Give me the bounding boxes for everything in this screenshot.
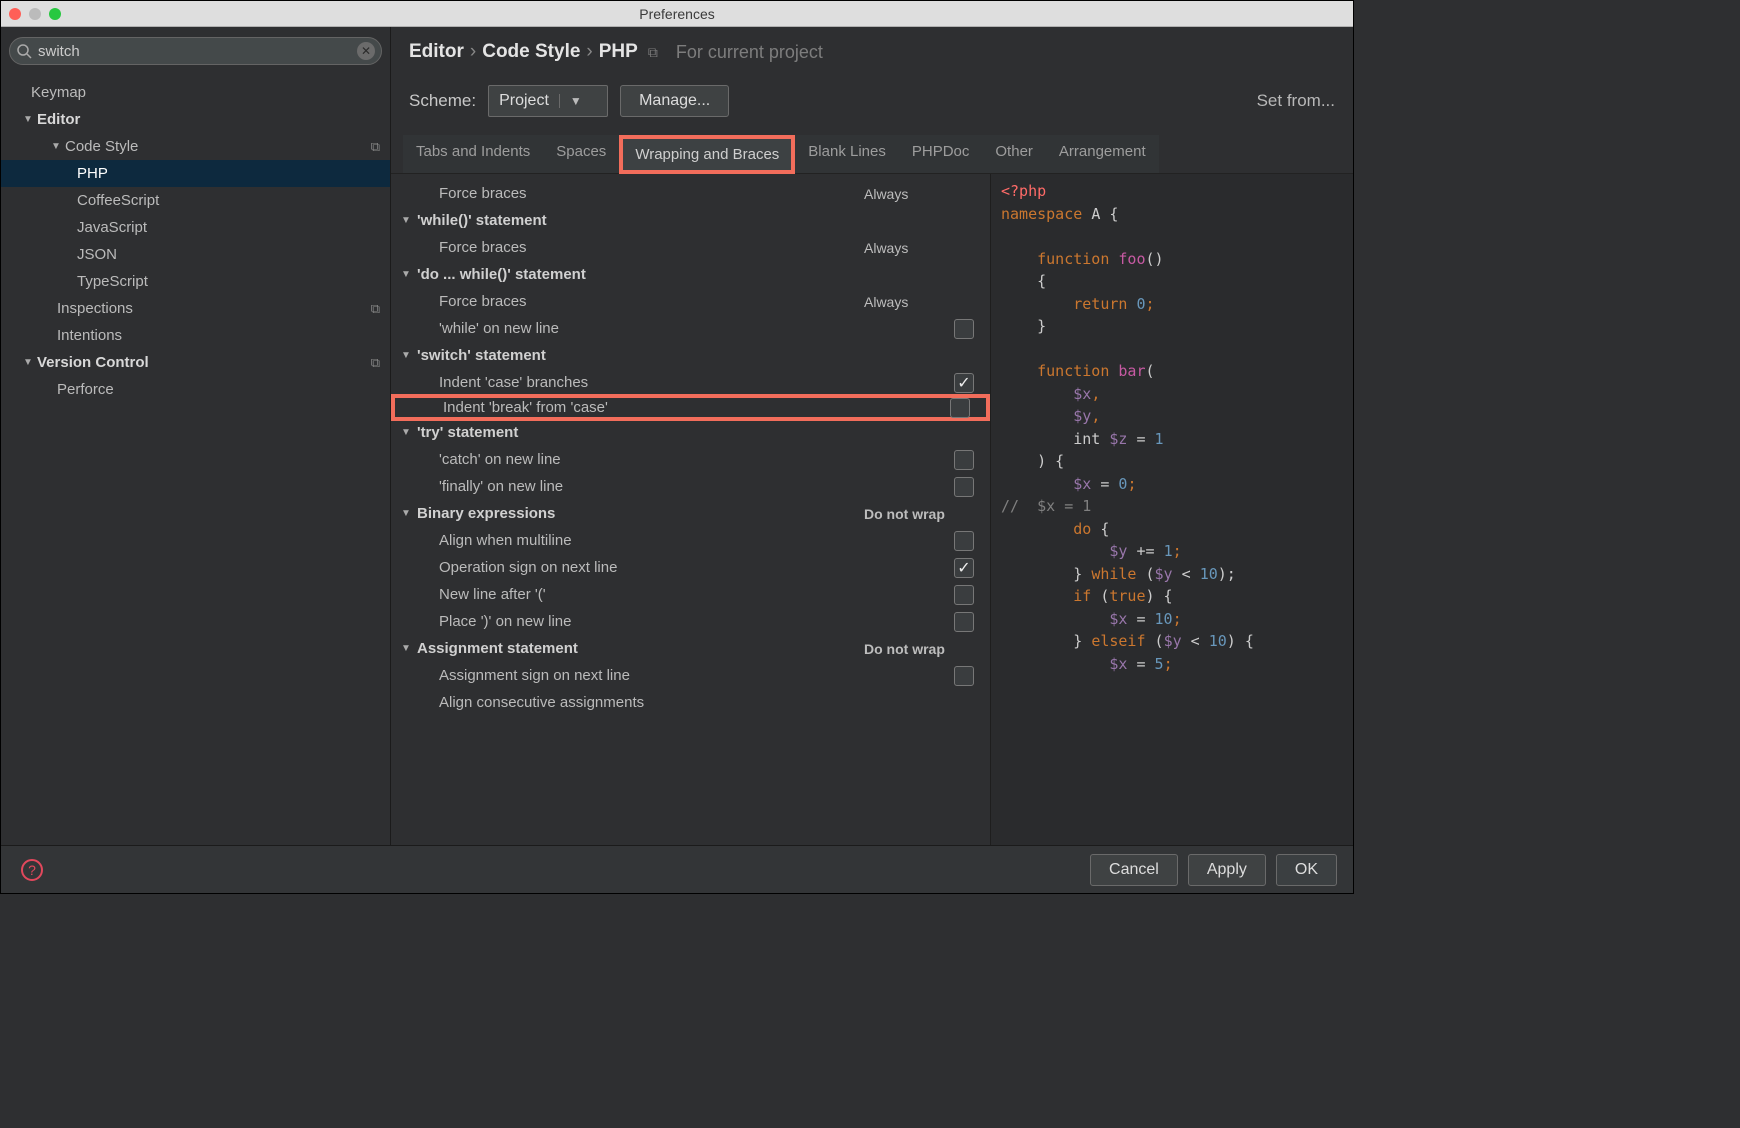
checkbox[interactable] bbox=[954, 558, 974, 578]
checkbox[interactable] bbox=[954, 373, 974, 393]
manage-button[interactable]: Manage... bbox=[620, 85, 729, 117]
checkbox[interactable] bbox=[954, 477, 974, 497]
project-icon: ⧉ bbox=[648, 44, 658, 61]
tree-item-code-style[interactable]: ▼Code Style⧉ bbox=[1, 133, 390, 160]
tree-item-typescript[interactable]: TypeScript bbox=[1, 268, 390, 295]
row-while-newline[interactable]: 'while' on new line bbox=[391, 315, 990, 342]
row-finally-newline[interactable]: 'finally' on new line bbox=[391, 473, 990, 500]
chevron-down-icon: ▼ bbox=[401, 350, 415, 361]
row-catch-newline[interactable]: 'catch' on new line bbox=[391, 446, 990, 473]
tree-item-editor[interactable]: ▼Editor bbox=[1, 106, 390, 133]
tabbar: Tabs and Indents Spaces Wrapping and Bra… bbox=[391, 135, 1353, 174]
tree-item-version-control[interactable]: ▼Version Control⧉ bbox=[1, 349, 390, 376]
row-align-consecutive[interactable]: Align consecutive assignments bbox=[391, 689, 990, 716]
search-input[interactable] bbox=[32, 43, 357, 60]
window-title: Preferences bbox=[1, 6, 1353, 22]
chevron-down-icon: ▼ bbox=[401, 215, 415, 226]
scheme-select[interactable]: Project ▼ bbox=[488, 85, 608, 117]
scheme-label: Scheme: bbox=[409, 91, 476, 111]
settings-tree: Keymap ▼Editor ▼Code Style⧉ PHP CoffeeSc… bbox=[1, 75, 390, 407]
copy-icon: ⧉ bbox=[371, 301, 380, 317]
breadcrumb: Editor›Code Style›PHP ⧉ For current proj… bbox=[391, 27, 1353, 63]
group-while-statement[interactable]: ▼'while()' statement bbox=[391, 207, 990, 234]
row-force-braces[interactable]: Force bracesAlways bbox=[391, 180, 990, 207]
checkbox[interactable] bbox=[954, 450, 974, 470]
row-place-paren-newline[interactable]: Place ')' on new line bbox=[391, 608, 990, 635]
row-indent-case[interactable]: Indent 'case' branches bbox=[391, 369, 990, 396]
row-force-braces[interactable]: Force bracesAlways bbox=[391, 234, 990, 261]
group-do-while-statement[interactable]: ▼'do ... while()' statement bbox=[391, 261, 990, 288]
tree-item-keymap[interactable]: Keymap bbox=[1, 79, 390, 106]
tree-item-json[interactable]: JSON bbox=[1, 241, 390, 268]
sidebar: ✕ Keymap ▼Editor ▼Code Style⧉ PHP Coffee… bbox=[1, 27, 391, 845]
tab-phpdoc[interactable]: PHPDoc bbox=[899, 135, 983, 174]
set-from-link[interactable]: Set from... bbox=[1257, 91, 1335, 111]
apply-button[interactable]: Apply bbox=[1188, 854, 1266, 886]
ok-button[interactable]: OK bbox=[1276, 854, 1337, 886]
chevron-down-icon: ▼ bbox=[559, 94, 582, 108]
tree-item-javascript[interactable]: JavaScript bbox=[1, 214, 390, 241]
chevron-down-icon: ▼ bbox=[401, 643, 415, 654]
dialog-footer: ? Cancel Apply OK bbox=[1, 845, 1353, 893]
tab-tabs-indents[interactable]: Tabs and Indents bbox=[403, 135, 543, 174]
breadcrumb-hint: For current project bbox=[676, 42, 823, 63]
tab-arrangement[interactable]: Arrangement bbox=[1046, 135, 1159, 174]
tab-other[interactable]: Other bbox=[982, 135, 1046, 174]
checkbox[interactable] bbox=[954, 531, 974, 551]
checkbox[interactable] bbox=[954, 585, 974, 605]
tree-item-coffeescript[interactable]: CoffeeScript bbox=[1, 187, 390, 214]
search-field[interactable]: ✕ bbox=[9, 37, 382, 65]
group-assignment[interactable]: ▼Assignment statementDo not wrap bbox=[391, 635, 990, 662]
row-force-braces[interactable]: Force bracesAlways bbox=[391, 288, 990, 315]
checkbox[interactable] bbox=[950, 398, 970, 418]
chevron-down-icon: ▼ bbox=[401, 427, 415, 438]
row-op-sign-next[interactable]: Operation sign on next line bbox=[391, 554, 990, 581]
chevron-down-icon: ▼ bbox=[23, 114, 35, 125]
tab-wrapping-braces[interactable]: Wrapping and Braces bbox=[619, 135, 795, 174]
settings-list: Force bracesAlways ▼'while()' statement … bbox=[391, 174, 991, 845]
chevron-down-icon: ▼ bbox=[23, 357, 35, 368]
checkbox[interactable] bbox=[954, 666, 974, 686]
group-binary-expr[interactable]: ▼Binary expressionsDo not wrap bbox=[391, 500, 990, 527]
titlebar: Preferences bbox=[1, 1, 1353, 27]
preferences-window: Preferences ✕ Keymap ▼Editor ▼Code Style… bbox=[0, 0, 1354, 894]
copy-icon: ⧉ bbox=[371, 139, 380, 155]
copy-icon: ⧉ bbox=[371, 355, 380, 371]
tab-spaces[interactable]: Spaces bbox=[543, 135, 619, 174]
code-preview: <?php namespace A { function foo() { ret… bbox=[991, 174, 1353, 845]
row-indent-break[interactable]: Indent 'break' from 'case' bbox=[391, 394, 990, 421]
chevron-down-icon: ▼ bbox=[51, 141, 63, 152]
tab-blank-lines[interactable]: Blank Lines bbox=[795, 135, 899, 174]
row-align-multiline[interactable]: Align when multiline bbox=[391, 527, 990, 554]
search-clear-button[interactable]: ✕ bbox=[357, 42, 375, 60]
checkbox[interactable] bbox=[954, 612, 974, 632]
checkbox[interactable] bbox=[954, 319, 974, 339]
chevron-down-icon: ▼ bbox=[401, 508, 415, 519]
tree-item-inspections[interactable]: Inspections⧉ bbox=[1, 295, 390, 322]
tree-item-intentions[interactable]: Intentions bbox=[1, 322, 390, 349]
group-try-statement[interactable]: ▼'try' statement bbox=[391, 419, 990, 446]
help-button[interactable]: ? bbox=[21, 859, 43, 881]
chevron-down-icon: ▼ bbox=[401, 269, 415, 280]
row-assign-sign-next[interactable]: Assignment sign on next line bbox=[391, 662, 990, 689]
search-icon bbox=[16, 43, 32, 59]
cancel-button[interactable]: Cancel bbox=[1090, 854, 1178, 886]
tree-item-php[interactable]: PHP bbox=[1, 160, 390, 187]
group-switch-statement[interactable]: ▼'switch' statement bbox=[391, 342, 990, 369]
tree-item-perforce[interactable]: Perforce bbox=[1, 376, 390, 403]
row-newline-after-paren[interactable]: New line after '(' bbox=[391, 581, 990, 608]
